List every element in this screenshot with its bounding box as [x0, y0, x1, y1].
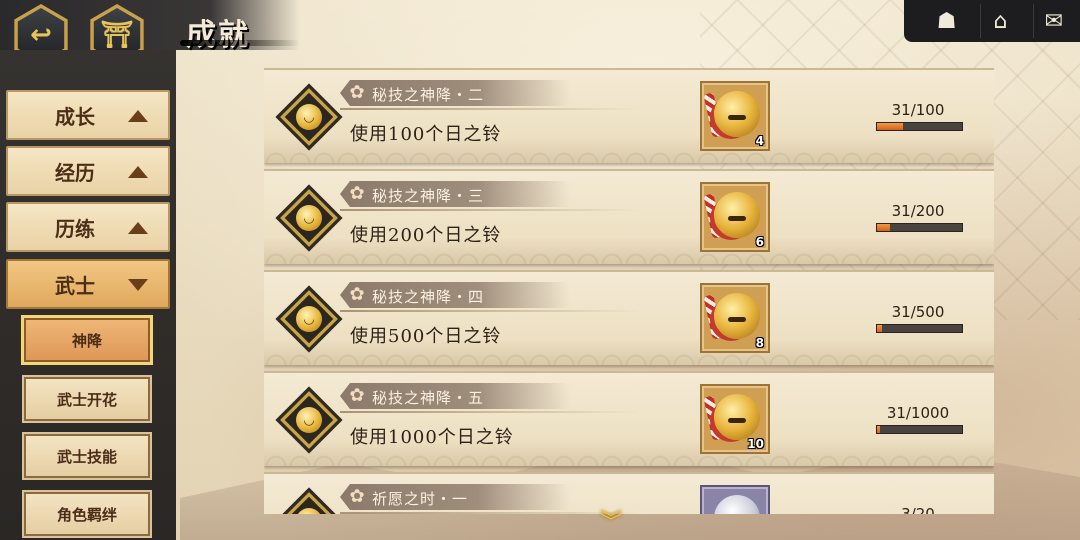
achievement-description: 使用100个日之铃: [350, 124, 502, 145]
achievement-card: ◡ ✿ 秘技之神降・五 使用1000个日之铃 10 31/1000: [264, 371, 994, 466]
divider: [340, 310, 640, 312]
category-experience[interactable]: 经历: [6, 146, 170, 196]
category-growth[interactable]: 成长: [6, 90, 170, 140]
mail-icon[interactable]: ✉: [1033, 4, 1073, 38]
flower-icon: ✿: [349, 385, 365, 406]
title-underline: [180, 40, 300, 46]
gold-bell-icon: [714, 91, 760, 137]
gold-bell-icon: [714, 394, 760, 440]
achievement-subtitle: 祈愿之时・一: [372, 490, 469, 508]
achievement-card: ◡ ✿ 祈愿之时・一 3/20: [264, 472, 994, 514]
reward-quantity: 4: [755, 134, 764, 148]
gold-bell-icon: [714, 293, 760, 339]
subcategory-label: 武士技能: [56, 447, 117, 466]
flower-icon: ✿: [349, 183, 365, 204]
progress-text: 31/100: [891, 101, 945, 119]
progress-fill: [877, 224, 891, 231]
category-label: 历练: [55, 216, 95, 241]
gold-bell-icon: [714, 192, 760, 238]
category-label: 经历: [55, 160, 95, 185]
achievement-card: ◡ ✿ 秘技之神降・四 使用500个日之铃 8 31/500: [264, 270, 994, 365]
progress-text: 3/20: [901, 505, 935, 514]
subcategory-label: 角色羁绊: [56, 505, 117, 524]
character-icon[interactable]: ☗: [927, 4, 967, 38]
chevron-double-down-icon[interactable]: ︾: [596, 512, 626, 534]
divider: [340, 411, 640, 413]
achievement-badge-icon: ◡: [275, 83, 343, 151]
reward-quantity: 8: [755, 336, 764, 350]
reward-item[interactable]: [700, 485, 770, 514]
divider: [340, 108, 640, 110]
flower-icon: ✿: [349, 284, 365, 305]
home-upgrade-icon[interactable]: ⌂: [979, 4, 1020, 38]
achievement-subtitle: 秘技之神降・三: [372, 187, 485, 205]
silver-item-icon: [714, 495, 760, 514]
progress-bar: [876, 425, 963, 434]
subcategory-label: 神降: [71, 331, 102, 350]
achievement-badge-icon: ◡: [275, 386, 343, 454]
progress-fill: [877, 426, 880, 433]
flower-icon: ✿: [349, 82, 365, 103]
progress-text: 31/500: [891, 303, 945, 321]
progress-bar: [876, 324, 963, 333]
subcategory-samurai-bloom[interactable]: 武士开花: [22, 375, 152, 423]
category-label: 武士: [55, 273, 95, 298]
achievement-badge-icon: ◡: [275, 184, 343, 252]
castle-icon: ⛩: [100, 20, 134, 50]
progress-bar: [876, 122, 963, 131]
subcategory-shenjiang[interactable]: 神降: [21, 315, 153, 365]
bell-icon: ◡: [296, 104, 322, 130]
achievement-description: 使用1000个日之铃: [350, 427, 514, 448]
category-samurai[interactable]: 武士: [6, 259, 170, 309]
achievement-badge-icon: ◡: [275, 487, 343, 514]
achievement-description: 使用500个日之铃: [350, 326, 502, 347]
triangle-up-icon: [128, 222, 148, 234]
back-arrow-icon: ↩: [30, 20, 52, 50]
bell-icon: ◡: [296, 205, 322, 231]
progress-text: 31/1000: [886, 404, 950, 422]
reward-item[interactable]: 8: [700, 283, 770, 353]
progress-fill: [877, 123, 904, 130]
achievement-subtitle: 秘技之神降・四: [372, 288, 485, 306]
triangle-up-icon: [128, 110, 148, 122]
achievement-subtitle: 秘技之神降・二: [372, 86, 485, 104]
top-right-toolbar: ☗ ⌂ ✉: [904, 0, 1080, 42]
achievement-subtitle: 秘技之神降・五: [372, 389, 485, 407]
category-training[interactable]: 历练: [6, 202, 170, 252]
achievement-list[interactable]: ◡ ✿ 秘技之神降・二 使用100个日之铃 4 31/100 ◡ ✿ 秘技之神降…: [264, 68, 994, 514]
progress-bar: [876, 223, 963, 232]
achievement-badge-icon: ◡: [275, 285, 343, 353]
triangle-down-icon: [128, 279, 148, 291]
reward-item[interactable]: 10: [700, 384, 770, 454]
divider: [340, 512, 640, 514]
reward-item[interactable]: 4: [700, 81, 770, 151]
progress-fill: [877, 325, 883, 332]
subcategory-samurai-skills[interactable]: 武士技能: [22, 432, 152, 480]
achievement-card: ◡ ✿ 秘技之神降・二 使用100个日之铃 4 31/100: [264, 68, 994, 163]
subcategory-label: 武士开花: [56, 390, 117, 409]
page-title: 成就: [186, 18, 250, 53]
triangle-up-icon: [128, 166, 148, 178]
achievement-card: ◡ ✿ 秘技之神降・三 使用200个日之铃 6 31/200: [264, 169, 994, 264]
flower-icon: ✿: [349, 486, 365, 507]
bell-icon: ◡: [296, 407, 322, 433]
reward-quantity: 6: [755, 235, 764, 249]
divider: [340, 209, 640, 211]
bell-icon: ◡: [296, 306, 322, 332]
category-label: 成长: [55, 104, 95, 129]
reward-quantity: 10: [747, 437, 764, 451]
reward-item[interactable]: 6: [700, 182, 770, 252]
progress-text: 31/200: [891, 202, 945, 220]
achievement-description: 使用200个日之铃: [350, 225, 502, 246]
subcategory-character-bonds[interactable]: 角色羁绊: [22, 490, 152, 538]
